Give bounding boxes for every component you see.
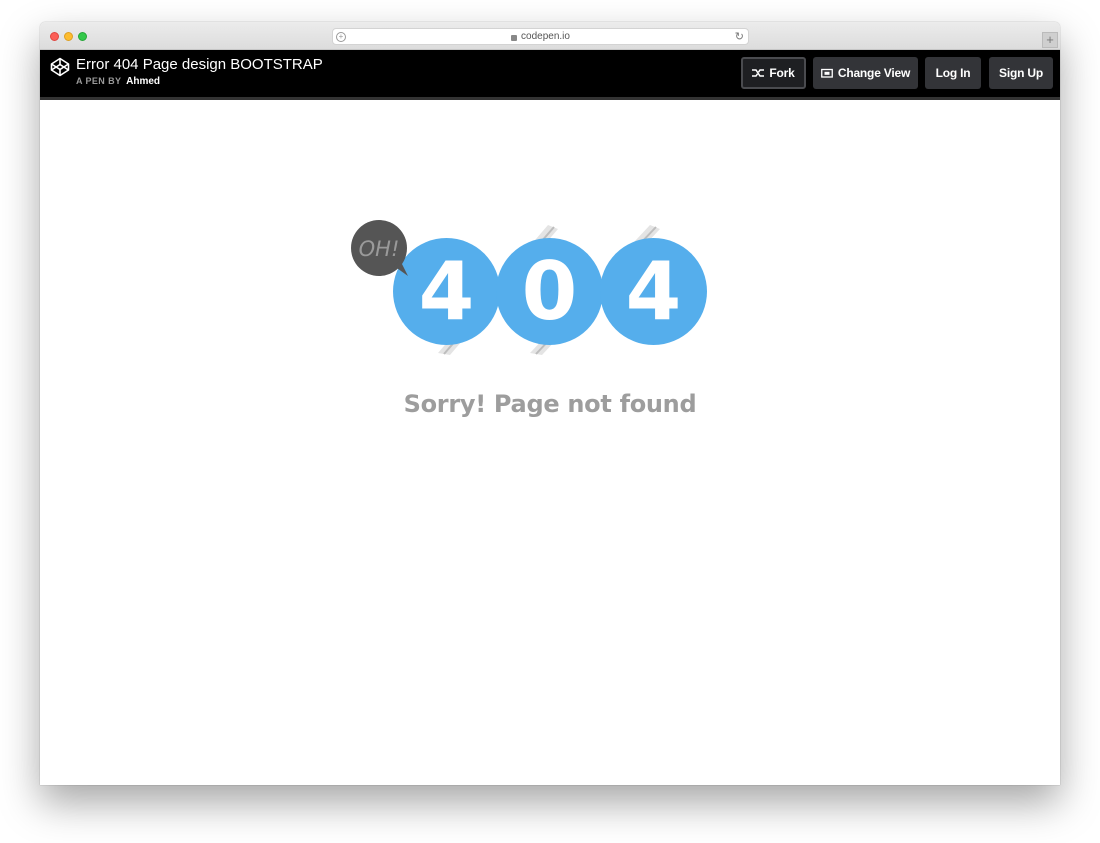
lock-icon xyxy=(511,34,518,41)
login-button[interactable]: Log In xyxy=(925,57,981,89)
error-graphic: 4 0 4 OH! xyxy=(350,220,750,380)
zoom-window-button[interactable] xyxy=(78,32,87,41)
oh-speech-bubble: OH! xyxy=(351,220,408,276)
error-message: Sorry! Page not found xyxy=(403,390,697,418)
reload-icon[interactable]: ↻ xyxy=(735,30,744,43)
pen-preview: 4 0 4 OH! Sorry! Page not found xyxy=(40,100,1060,785)
fork-button[interactable]: Fork xyxy=(741,57,806,89)
minimize-window-button[interactable] xyxy=(64,32,73,41)
pen-byline: A PEN BY Ahmed xyxy=(76,76,160,87)
url-text: codepen.io xyxy=(521,31,570,42)
byline-prefix: A PEN BY xyxy=(76,76,122,86)
digit-4-right: 4 xyxy=(600,238,707,345)
author-link[interactable]: Ahmed xyxy=(126,76,160,87)
fork-label: Fork xyxy=(769,66,795,80)
oh-text: OH! xyxy=(359,237,400,261)
close-window-button[interactable] xyxy=(50,32,59,41)
change-view-button[interactable]: Change View xyxy=(813,57,918,89)
digit-0: 0 xyxy=(496,238,603,345)
login-label: Log In xyxy=(935,66,971,80)
signup-button[interactable]: Sign Up xyxy=(989,57,1053,89)
codepen-header: Error 404 Page design BOOTSTRAP A PEN BY… xyxy=(40,50,1060,100)
codepen-logo-icon[interactable] xyxy=(50,57,70,77)
signup-label: Sign Up xyxy=(999,66,1043,80)
pen-title[interactable]: Error 404 Page design BOOTSTRAP xyxy=(76,56,323,73)
new-tab-button[interactable]: + xyxy=(1042,32,1058,48)
change-view-icon xyxy=(820,68,833,78)
site-info-icon[interactable]: + xyxy=(336,32,346,42)
change-view-label: Change View xyxy=(837,66,911,80)
fork-icon xyxy=(752,68,765,78)
address-bar[interactable]: + codepen.io ↻ xyxy=(332,28,749,45)
browser-window: + codepen.io ↻ + Error 404 Page design B… xyxy=(40,22,1060,785)
browser-chrome: + codepen.io ↻ + xyxy=(40,22,1060,50)
